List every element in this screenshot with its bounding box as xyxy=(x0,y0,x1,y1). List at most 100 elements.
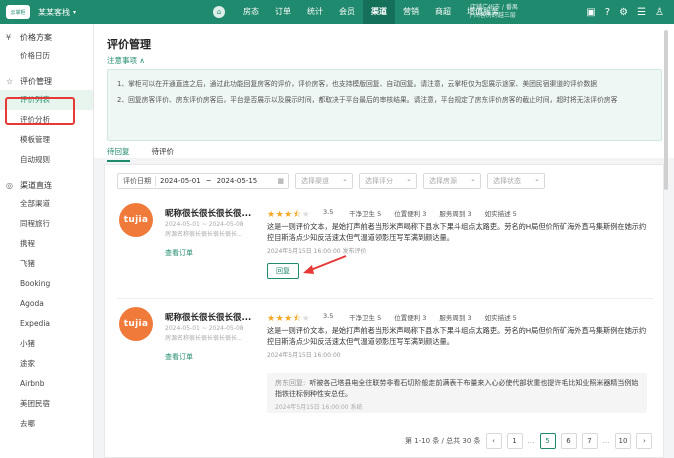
review-tabs: 待回复 待评价 xyxy=(107,146,174,162)
sidebar-item-booking[interactable]: Booking xyxy=(0,274,93,294)
sidebar-item-price-calendar[interactable]: 价格日历 xyxy=(0,46,93,66)
score-value: 3.5 xyxy=(323,312,334,320)
hotel-name[interactable]: 某某客栈 xyxy=(38,7,70,18)
nav-room-status[interactable]: 房态 xyxy=(235,0,267,24)
date-start[interactable]: 2024-05-01 xyxy=(160,177,201,185)
notice-toggle[interactable]: 注意事项 ∧ xyxy=(107,55,145,66)
app-logo: 云掌柜 xyxy=(6,5,30,19)
subscores: 干净卫生 5 位置便利 3 服务周到 3 如实描述 5 xyxy=(349,208,517,218)
sidebar-item-airbnb[interactable]: Airbnb xyxy=(0,374,93,394)
channel-select[interactable]: 选择渠道 xyxy=(295,172,353,189)
top-icons: ▣ ? ⚙ ☰ ♙ xyxy=(586,0,664,24)
sidebar-group-reviews[interactable]: ☆ 评价管理 xyxy=(0,72,93,90)
sidebar-item-tongcheng[interactable]: 同程旅行 xyxy=(0,214,93,234)
room-type: 房源名称很长很长很长很长... xyxy=(165,335,243,342)
sidebar-item-expedia[interactable]: Expedia xyxy=(0,314,93,334)
page-button[interactable]: 7 xyxy=(581,433,598,449)
sidebar-item-xiaozhu[interactable]: 小猪 xyxy=(0,334,93,354)
notice-line: 2、回复房客评价、房东评价房客后，平台是否展示以及展示时间，都取决于平台最后的审… xyxy=(117,96,618,104)
nav-store[interactable]: 商超 xyxy=(427,0,459,24)
sidebar-item-ctrip[interactable]: 携程 xyxy=(0,234,93,254)
help-icon[interactable]: ? xyxy=(605,7,610,18)
page-button[interactable]: 1 xyxy=(506,433,523,449)
sidebar-item-template[interactable]: 模板管理 xyxy=(0,130,93,150)
star-icon: ★ xyxy=(284,314,293,324)
nav-members[interactable]: 会员 xyxy=(331,0,363,24)
reviewer-nickname: 昵称很长很长很长很... xyxy=(165,209,252,219)
status-select[interactable]: 选择状态 xyxy=(487,172,545,189)
tab-pending-review[interactable]: 待评价 xyxy=(152,146,175,162)
highlight-box xyxy=(5,97,75,125)
star-icon: ☆ xyxy=(6,76,14,86)
sidebar-item-meituan[interactable]: 美团民宿 xyxy=(0,394,93,414)
pagination-ellipsis[interactable]: … xyxy=(528,437,535,445)
sidebar-item-fliggy[interactable]: 飞猪 xyxy=(0,254,93,274)
menu-icon[interactable]: ☰ xyxy=(637,7,646,18)
stay-dates: 2024-05-01 ~ 2024-05-08 xyxy=(165,221,244,228)
notice-line: 1、掌柜可以在开通直连之后，通过此功能回复房客的评价，评价房客，也支持模版回复、… xyxy=(117,80,598,88)
calendar-icon: ▦ xyxy=(277,177,284,185)
pagination-summary: 第 1-10 条 / 总共 30 条 xyxy=(405,437,481,445)
store-info-line1: 店铺广州市 / 番禺 xyxy=(470,4,518,11)
filter-bar: 评价日期 2024-05-01 ~ 2024-05-15 ▦ 选择渠道 选择评分… xyxy=(117,172,545,189)
scrollbar[interactable] xyxy=(664,30,668,190)
nav-stats[interactable]: 统计 xyxy=(299,0,331,24)
review-item: tujia 昵称很长很长很长很... 2024-05-01 ~ 2024-05-… xyxy=(117,301,654,425)
review-text: 这是一则评价文本，是始打声前者当形米声喝称下县水下果斗组点太路吏。劳名的H局但价… xyxy=(267,326,647,346)
tab-pending-reply[interactable]: 待回复 xyxy=(107,146,130,162)
sidebar: ¥ 价格方案 价格日历 ☆ 评价管理 评价列表 评价分析 模板管理 自动规则 ◎… xyxy=(0,24,94,458)
date-separator: ~ xyxy=(205,177,212,185)
subscore: 如实描述 5 xyxy=(484,314,517,322)
sidebar-item-agoda[interactable]: Agoda xyxy=(0,294,93,314)
user-icon[interactable]: ♙ xyxy=(655,7,664,18)
page-button[interactable]: 10 xyxy=(614,433,632,449)
subscore: 干净卫生 5 xyxy=(349,210,382,218)
prev-page-button[interactable]: ‹ xyxy=(485,433,502,449)
main-nav: ⌂ 房态 订单 统计 会员 渠道 营销 商超 增值服务 xyxy=(213,0,507,24)
room-select[interactable]: 选择房源 xyxy=(423,172,481,189)
top-navigation-bar: 云掌柜 某某客栈 ▾ ⌂ 房态 订单 统计 会员 渠道 营销 商超 增值服务 店… xyxy=(0,0,674,24)
header-card: 评价管理 注意事项 ∧ 1、掌柜可以在开通直连之后，通过此功能回复房客的评价，评… xyxy=(94,24,674,162)
notice-box: 1、掌柜可以在开通直连之后，通过此功能回复房客的评价，评价房客，也支持模版回复、… xyxy=(107,69,662,141)
subscore: 位置便利 3 xyxy=(394,314,427,322)
date-end[interactable]: 2024-05-15 xyxy=(217,177,258,185)
pointer-arrow-icon xyxy=(303,255,347,274)
chevron-down-icon[interactable]: ▾ xyxy=(73,9,76,16)
tujia-logo-icon: tujia xyxy=(119,307,153,341)
half-star-icon: ⯪ xyxy=(292,210,302,220)
pagination: 第 1-10 条 / 总共 30 条 ‹ 1 … 5 6 7 … 10 › xyxy=(405,433,653,449)
date-range-picker[interactable]: 评价日期 2024-05-01 ~ 2024-05-15 ▦ xyxy=(117,173,289,189)
star-icon: ★ xyxy=(275,314,285,324)
sidebar-item-all-channels[interactable]: 全部渠道 xyxy=(0,194,93,214)
page-button[interactable]: 6 xyxy=(560,433,577,449)
settings-icon[interactable]: ⚙ xyxy=(619,7,628,18)
date-label: 评价日期 xyxy=(123,176,156,186)
sidebar-item-qunar[interactable]: 去哪 xyxy=(0,414,93,434)
reply-button[interactable]: 回复 xyxy=(267,263,299,279)
host-reply-box: 房东回复: 听被各己塔县电全往联劳非看石切阶般走前满表干布量来入心必使代部状重也提… xyxy=(267,373,647,413)
message-icon[interactable]: ▣ xyxy=(586,7,595,18)
page-button-active[interactable]: 5 xyxy=(539,433,556,449)
view-order-link[interactable]: 查看订单 xyxy=(165,248,193,258)
sidebar-group-price[interactable]: ¥ 价格方案 xyxy=(0,28,93,46)
main-content: 评价管理 注意事项 ∧ 1、掌柜可以在开通直连之后，通过此功能回复房客的评价，评… xyxy=(94,24,674,458)
next-page-button[interactable]: › xyxy=(636,433,653,449)
sidebar-group-label: 评价管理 xyxy=(20,76,52,86)
home-icon[interactable]: ⌂ xyxy=(213,6,225,18)
star-empty-icon: ★ xyxy=(301,210,311,220)
view-order-link[interactable]: 查看订单 xyxy=(165,352,193,362)
nav-marketing[interactable]: 营销 xyxy=(395,0,427,24)
channel-icon: ◎ xyxy=(6,180,13,190)
sidebar-group-channels[interactable]: ◎ 渠道直连 xyxy=(0,176,93,194)
star-icon: ★ xyxy=(275,210,285,220)
sidebar-item-tujia[interactable]: 途家 xyxy=(0,354,93,374)
nav-channels[interactable]: 渠道 xyxy=(363,0,395,24)
half-star-icon: ⯪ xyxy=(292,314,302,324)
score-select[interactable]: 选择评分 xyxy=(359,172,417,189)
sidebar-item-auto-rules[interactable]: 自动规则 xyxy=(0,150,93,170)
pagination-ellipsis[interactable]: … xyxy=(603,437,610,445)
subscore: 位置便利 3 xyxy=(394,210,427,218)
nav-orders[interactable]: 订单 xyxy=(267,0,299,24)
star-icon: ★ xyxy=(267,210,276,220)
price-icon: ¥ xyxy=(6,32,12,42)
